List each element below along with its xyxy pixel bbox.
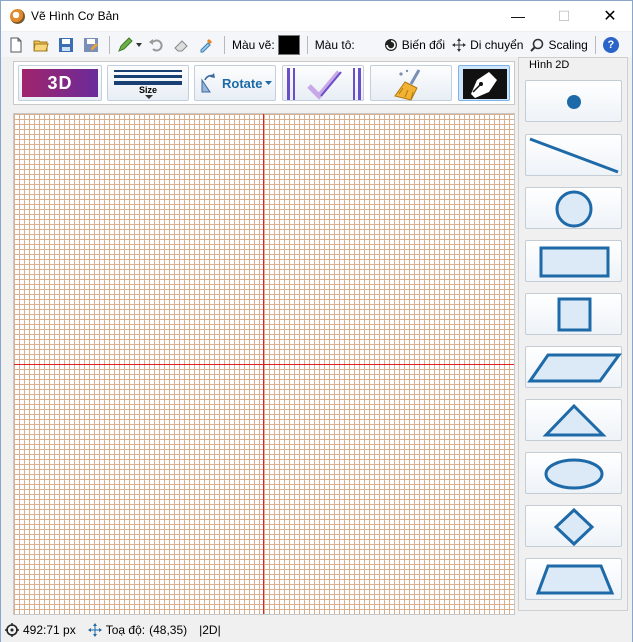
- coordinate-value: (48,35): [149, 623, 188, 637]
- status-bar: 492:71 px Toạ độ: (48,35) |2D|: [1, 618, 632, 642]
- save-icon: [59, 37, 73, 52]
- clear-button[interactable]: [370, 65, 452, 101]
- trapezoid-icon: [535, 564, 615, 595]
- pen-icon: [118, 36, 133, 52]
- line-icon: [529, 137, 619, 174]
- draw-color-swatch[interactable]: [277, 34, 300, 55]
- rotate-button[interactable]: Rotate: [194, 65, 276, 101]
- transform-icon: [384, 38, 397, 51]
- open-folder-icon: [33, 40, 49, 51]
- app-window: Vẽ Hình Cơ Bản — ☐ ✕ Màu vẽ: Màu tô: Biế…: [0, 0, 633, 642]
- new-file-icon: [10, 37, 22, 52]
- select-button[interactable]: [282, 65, 364, 101]
- toolbar-separator: [224, 35, 225, 54]
- canvas-size-status: 492:71 px: [5, 623, 76, 637]
- coordinate-label: Toạ độ:: [105, 623, 146, 637]
- ellipse-icon: [544, 458, 604, 490]
- draw-color-picker[interactable]: Màu vẽ:: [229, 34, 303, 56]
- fill-color-label: Màu tô:: [314, 37, 355, 52]
- rotate-label: Rotate: [222, 75, 263, 91]
- rectangle-icon: [539, 246, 610, 278]
- move-label: Di chuyển: [470, 37, 524, 52]
- window-title: Vẽ Hình Cơ Bản: [31, 9, 119, 23]
- draw-color-label: Màu vẽ:: [232, 37, 275, 52]
- shape-parallelogram-button[interactable]: [525, 346, 622, 388]
- move-button[interactable]: Di chuyển: [448, 34, 526, 56]
- close-button[interactable]: ✕: [587, 1, 633, 31]
- move-icon: [452, 37, 467, 52]
- line-size-icon: [114, 70, 182, 99]
- save-as-button[interactable]: [80, 34, 105, 56]
- broom-icon: [394, 69, 421, 101]
- triangle-icon: [542, 403, 607, 437]
- shape-rectangle-button[interactable]: [525, 240, 622, 282]
- three-d-badge: 3D: [22, 69, 98, 97]
- chevron-down-icon: [265, 81, 273, 85]
- main-toolbar: Màu vẽ: Màu tô: Biến đổi Di chuyển Scali…: [1, 32, 632, 57]
- tool-button-bar: 3D Size Rotate: [13, 61, 515, 105]
- chevron-down-icon: [136, 42, 142, 47]
- pen-tool-button[interactable]: [458, 65, 510, 101]
- toolbar-separator: [109, 35, 110, 54]
- transform-button[interactable]: Biến đổi: [380, 34, 448, 56]
- coordinate-status: Toạ độ: (48,35): [87, 623, 188, 637]
- three-d-button[interactable]: 3D: [18, 65, 102, 101]
- size-target-icon: [5, 623, 19, 637]
- maximize-button[interactable]: ☐: [541, 1, 587, 31]
- drawing-canvas[interactable]: [13, 113, 515, 615]
- crosshair-icon: [87, 623, 102, 637]
- title-bar: Vẽ Hình Cơ Bản — ☐ ✕: [1, 1, 632, 31]
- help-icon: ?: [602, 36, 619, 53]
- pen-dropdown-button[interactable]: [114, 34, 145, 56]
- toolbar-separator: [306, 35, 308, 54]
- save-button[interactable]: [55, 34, 80, 56]
- shape-ellipse-button[interactable]: [525, 452, 622, 494]
- shape-circle-button[interactable]: [525, 187, 622, 229]
- select-check-icon: [287, 68, 361, 100]
- new-file-button[interactable]: [5, 34, 30, 56]
- fill-color-picker[interactable]: Màu tô:: [312, 34, 358, 56]
- app-logo-icon: [10, 9, 25, 24]
- circle-icon: [555, 190, 593, 228]
- diamond-icon: [553, 507, 595, 547]
- scaling-label: Scaling: [548, 37, 588, 52]
- undo-button[interactable]: [145, 34, 170, 56]
- transform-label: Biến đổi: [401, 37, 446, 52]
- shapes-2d-panel: Hình 2D: [518, 57, 628, 611]
- fountain-pen-icon: [463, 69, 507, 99]
- parallelogram-icon: [527, 353, 622, 383]
- point-icon: [567, 95, 581, 109]
- open-file-button[interactable]: [30, 34, 55, 56]
- shape-triangle-button[interactable]: [525, 399, 622, 441]
- mode-text: |2D|: [199, 623, 221, 637]
- square-icon: [557, 297, 592, 332]
- size-button[interactable]: Size: [107, 65, 189, 101]
- minimize-button[interactable]: —: [495, 1, 541, 31]
- eraser-icon: [174, 39, 188, 51]
- scaling-button[interactable]: Scaling: [526, 34, 590, 56]
- shape-trapezoid-button[interactable]: [525, 558, 622, 600]
- zoom-icon: [530, 38, 544, 52]
- rotate-icon: [201, 73, 215, 93]
- eyedropper-icon: [200, 38, 213, 52]
- x-axis-line: [14, 364, 514, 365]
- eraser-button[interactable]: [170, 34, 195, 56]
- save-as-icon: [84, 37, 98, 52]
- shape-square-button[interactable]: [525, 293, 622, 335]
- three-d-label: 3D: [47, 72, 73, 93]
- size-label: Size: [138, 85, 157, 95]
- panel-title: Hình 2D: [527, 59, 572, 71]
- canvas-size-text: 492:71 px: [23, 623, 76, 637]
- picker-button[interactable]: [195, 34, 220, 56]
- shape-diamond-button[interactable]: [525, 505, 622, 547]
- mode-status: |2D|: [199, 623, 221, 637]
- help-button[interactable]: ?: [600, 34, 622, 56]
- shape-point-button[interactable]: [525, 80, 622, 122]
- toolbar-separator: [594, 35, 596, 54]
- undo-icon: [149, 38, 163, 51]
- shape-line-button[interactable]: [525, 134, 622, 176]
